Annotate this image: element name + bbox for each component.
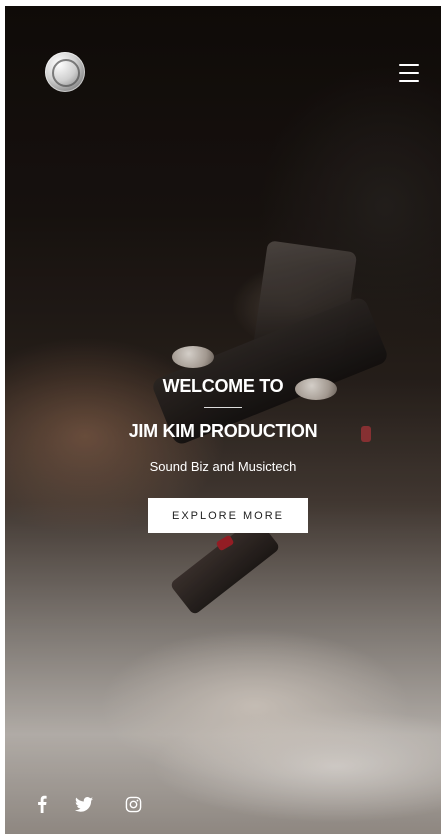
facebook-icon[interactable] <box>37 794 47 814</box>
record-logo[interactable] <box>45 52 85 92</box>
hero-title: JIM KIM PRODUCTION <box>128 421 318 441</box>
hamburger-menu-icon[interactable] <box>399 64 419 82</box>
twitter-icon[interactable] <box>75 794 93 814</box>
menu-bar <box>399 80 419 82</box>
menu-bar <box>399 64 419 66</box>
background-overlay <box>5 6 441 834</box>
hero-welcome-heading: WELCOME TO <box>162 376 284 396</box>
hero-section: WELCOME TO JIM KIM PRODUCTION Sound Biz … <box>5 6 441 834</box>
heading-divider <box>204 407 242 408</box>
explore-more-button[interactable]: EXPLORE MORE <box>148 498 308 533</box>
menu-bar <box>399 72 419 74</box>
hero-tagline: Sound Biz and Musictech <box>149 459 297 474</box>
instagram-icon[interactable] <box>125 794 142 814</box>
